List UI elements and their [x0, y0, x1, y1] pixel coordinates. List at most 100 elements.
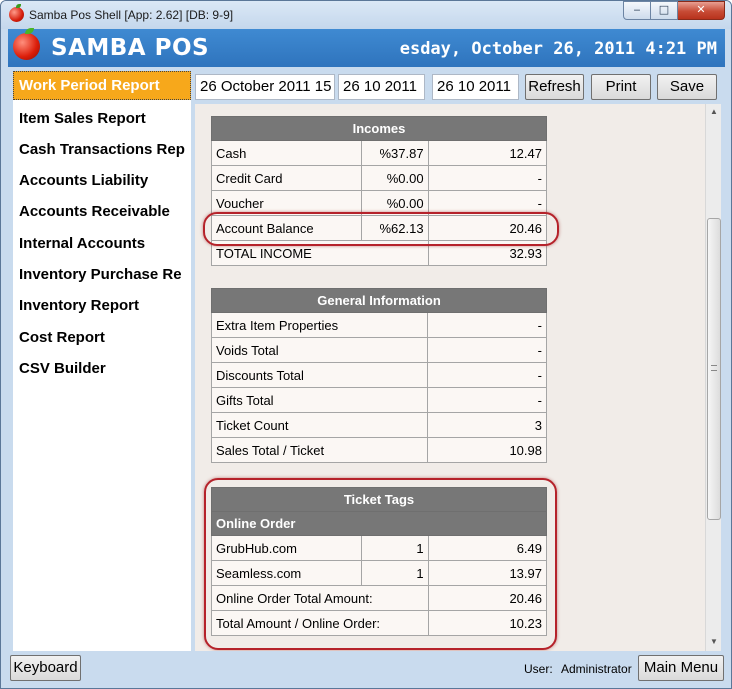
close-icon: ✕	[696, 3, 706, 16]
table-row: Seamless.com 1 13.97	[211, 560, 548, 586]
table-row: Cash %37.87 12.47	[211, 140, 548, 166]
end-date-input[interactable]: 26 10 2011	[432, 74, 519, 100]
sidebar-item-accounts-receivable[interactable]: Accounts Receivable	[13, 197, 191, 226]
tag-amount: 6.49	[427, 535, 548, 561]
title-bar[interactable]: Samba Pos Shell [App: 2.62] [DB: 9-9] ‒ …	[1, 1, 731, 29]
general-name: Extra Item Properties	[210, 312, 429, 338]
income-percent: %0.00	[360, 190, 429, 216]
print-button[interactable]: Print	[591, 74, 651, 100]
table-row: Ticket Count 3	[210, 412, 547, 438]
general-name: Discounts Total	[210, 362, 429, 388]
minimize-icon: ‒	[633, 3, 641, 16]
general-amount: 3	[427, 412, 547, 438]
ticket-tag-group: Online Order	[211, 511, 547, 536]
report-content: Incomes Cash %37.87 12.47 Credit Card %0…	[195, 104, 705, 651]
tag-amount: 13.97	[427, 560, 548, 586]
general-name: Voids Total	[210, 337, 429, 363]
income-name: Voucher	[211, 190, 362, 216]
status-bar: Keyboard User: Administrator Main Menu	[8, 653, 725, 683]
income-amount: -	[427, 190, 548, 216]
work-period-select[interactable]: 26 October 2011 15	[195, 74, 335, 100]
report-sidebar: Work Period Report Item Sales Report Cas…	[13, 71, 191, 651]
table-row: Total Amount / Online Order: 10.23	[211, 610, 548, 636]
tag-name: Seamless.com	[211, 560, 362, 586]
income-name: Account Balance	[211, 215, 362, 241]
sidebar-item-work-period-report[interactable]: Work Period Report	[13, 71, 191, 100]
sidebar-item-inventory-purchase-report[interactable]: Inventory Purchase Re	[13, 260, 191, 289]
app-window: Samba Pos Shell [App: 2.62] [DB: 9-9] ‒ …	[0, 0, 732, 689]
scroll-down-arrow-icon[interactable]: ▼	[706, 634, 722, 650]
ticket-tags-title: Ticket Tags	[211, 487, 547, 512]
apple-logo-icon	[13, 28, 40, 60]
income-name: Credit Card	[211, 165, 362, 191]
sidebar-item-accounts-liability[interactable]: Accounts Liability	[13, 166, 191, 195]
table-row: Voids Total -	[210, 337, 547, 363]
table-row: Discounts Total -	[210, 362, 547, 388]
maximize-button[interactable]: □	[651, 1, 678, 20]
total-income-amount: 32.93	[427, 240, 548, 266]
scrollbar-thumb[interactable]	[707, 218, 721, 520]
keyboard-button[interactable]: Keyboard	[10, 655, 81, 681]
table-row: Credit Card %0.00 -	[211, 165, 548, 191]
income-amount: -	[427, 165, 548, 191]
scroll-up-arrow-icon[interactable]: ▲	[706, 104, 722, 120]
main-menu-button[interactable]: Main Menu	[638, 655, 724, 681]
sidebar-item-cash-transactions-report[interactable]: Cash Transactions Rep	[13, 135, 191, 164]
maximize-icon: □	[658, 3, 670, 16]
general-amount: -	[427, 387, 547, 413]
table-row: TOTAL INCOME 32.93	[211, 240, 548, 266]
table-row: Account Balance %62.13 20.46	[211, 215, 548, 241]
online-order-average-amount: 10.23	[427, 610, 548, 636]
apple-app-icon	[9, 4, 24, 22]
table-row: Sales Total / Ticket 10.98	[210, 437, 547, 463]
sidebar-item-item-sales-report[interactable]: Item Sales Report	[13, 104, 191, 133]
user-label: User:	[524, 662, 553, 676]
minimize-button[interactable]: ‒	[623, 1, 651, 20]
table-row: Gifts Total -	[210, 387, 547, 413]
income-amount: 20.46	[427, 215, 548, 241]
refresh-button[interactable]: Refresh	[525, 74, 584, 100]
scrollbar-grip-icon	[711, 365, 717, 371]
user-name: Administrator	[561, 662, 632, 676]
total-income-label: TOTAL INCOME	[211, 240, 429, 266]
table-row: GrubHub.com 1 6.49	[211, 535, 548, 561]
income-percent: %0.00	[360, 165, 429, 191]
start-date-input[interactable]: 26 10 2011	[338, 74, 425, 100]
general-amount: -	[427, 362, 547, 388]
header-clock: esday, October 26, 2011 4:21 PM	[399, 39, 717, 59]
incomes-title: Incomes	[211, 116, 547, 141]
general-amount: 10.98	[427, 437, 547, 463]
income-name: Cash	[211, 140, 362, 166]
brand-title: SAMBA POS	[51, 35, 210, 61]
incomes-table: Incomes Cash %37.87 12.47 Credit Card %0…	[211, 116, 548, 266]
general-name: Ticket Count	[210, 412, 429, 438]
general-amount: -	[427, 312, 547, 338]
general-name: Gifts Total	[210, 387, 429, 413]
sidebar-item-csv-builder[interactable]: CSV Builder	[13, 354, 191, 383]
table-row: Voucher %0.00 -	[211, 190, 548, 216]
tag-name: GrubHub.com	[211, 535, 362, 561]
table-row: Extra Item Properties -	[210, 312, 547, 338]
report-scrollbar[interactable]: ▲ ▼	[705, 104, 721, 651]
sidebar-item-inventory-report[interactable]: Inventory Report	[13, 291, 191, 320]
window-title: Samba Pos Shell [App: 2.62] [DB: 9-9]	[29, 8, 234, 22]
online-order-average-label: Total Amount / Online Order:	[211, 610, 429, 636]
income-percent: %62.13	[360, 215, 429, 241]
sidebar-item-cost-report[interactable]: Cost Report	[13, 323, 191, 352]
general-title: General Information	[211, 288, 547, 313]
save-button[interactable]: Save	[657, 74, 717, 100]
ticket-tags-table: Ticket Tags Online Order GrubHub.com 1 6…	[211, 487, 548, 636]
table-row: Online Order Total Amount: 20.46	[211, 585, 548, 611]
income-amount: 12.47	[427, 140, 548, 166]
tag-count: 1	[360, 535, 429, 561]
general-name: Sales Total / Ticket	[210, 437, 429, 463]
tag-count: 1	[360, 560, 429, 586]
income-percent: %37.87	[360, 140, 429, 166]
window-controls: ‒ □ ✕	[623, 1, 725, 20]
sidebar-item-internal-accounts[interactable]: Internal Accounts	[13, 229, 191, 258]
general-amount: -	[427, 337, 547, 363]
online-order-total-amount: 20.46	[427, 585, 548, 611]
online-order-total-label: Online Order Total Amount:	[211, 585, 429, 611]
general-information-table: General Information Extra Item Propertie…	[210, 288, 547, 463]
close-button[interactable]: ✕	[678, 1, 725, 20]
